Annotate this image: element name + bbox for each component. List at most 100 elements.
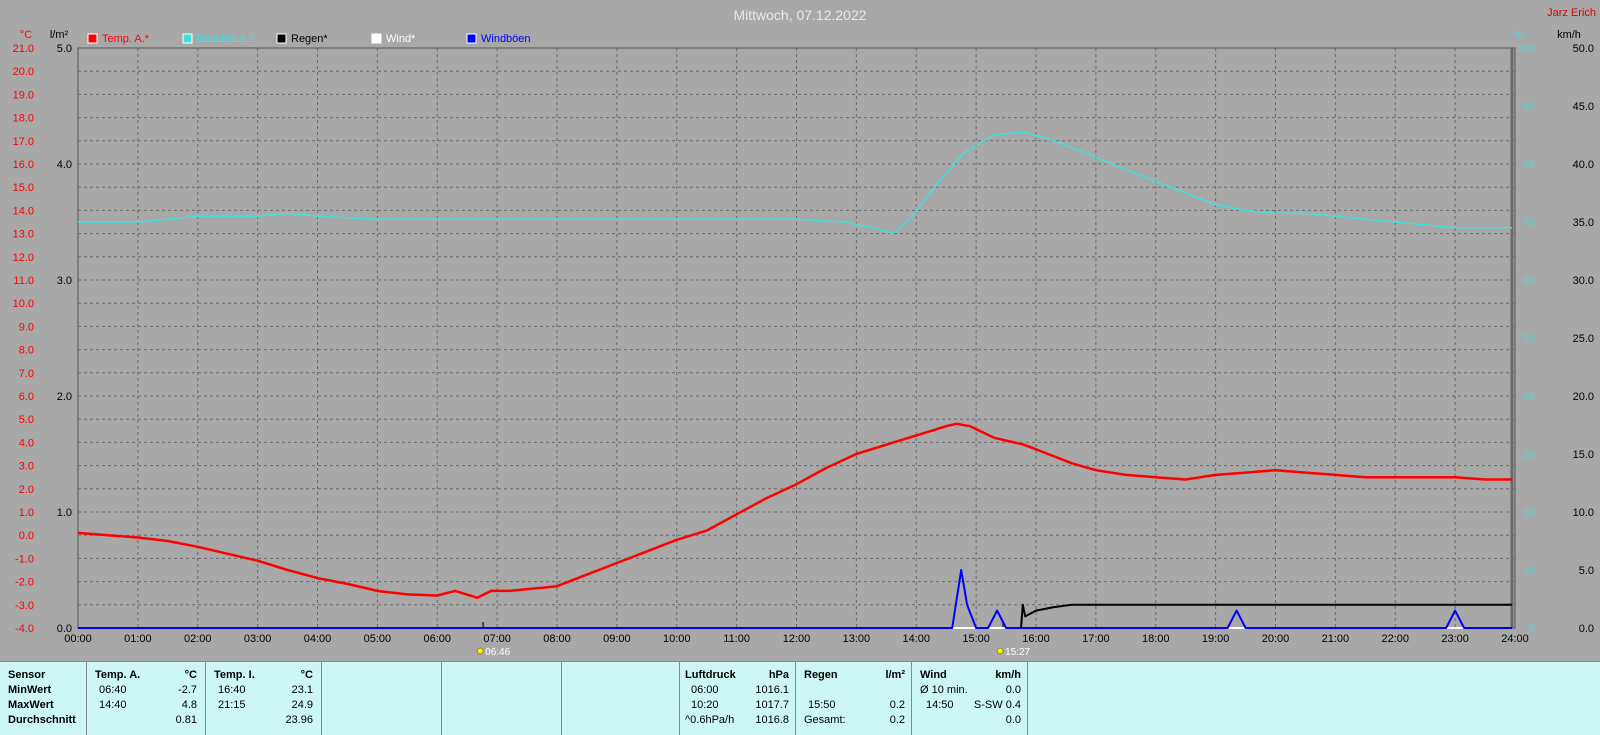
pressure-max-value: 1017.7 [755,699,789,711]
temp-tick-label: 7.0 [19,368,34,380]
author-label: Jarz Erich [1547,7,1596,19]
temp-tick-label: 18.0 [13,113,34,125]
empty-column-3 [562,662,680,735]
temp-tick-label: 5.0 [19,414,34,426]
time-tick-label: 21:00 [1322,633,1350,645]
humidity-tick-label: 20 [1523,507,1535,519]
temp-i-min-time: 16:40 [218,684,246,696]
time-tick-label: 12:00 [783,633,811,645]
rain-max-value: 0.2 [889,699,905,711]
legend-swatch-3 [371,33,382,44]
legend-label-2: Regen* [291,33,328,45]
time-tick-label: 22:00 [1381,633,1409,645]
wind-max-value: S-SW 0.4 [973,699,1021,711]
temp-i-max-time: 21:15 [218,699,246,711]
time-tick-label: 02:00 [184,633,212,645]
sensor-column: Sensor MinWert MaxWert Durchschnitt [0,662,87,735]
temp-tick-label: 2.0 [19,484,34,496]
temp-tick-label: 19.0 [13,89,34,101]
humidity-tick-label: 90 [1523,101,1535,113]
temp-i-min-value: 23.1 [291,684,313,696]
sunset-label: 15:27 [1005,647,1030,658]
wind-tick-label: 25.0 [1573,333,1594,345]
legend-label-4: Windböen [481,33,531,45]
temp-i-max-value: 24.9 [291,699,313,711]
legend-label-1: Feuchte A.* [197,33,255,45]
humidity-tick-label: 10 [1523,565,1535,577]
time-tick-label: 15:00 [962,633,990,645]
rain-axis-unit: l/m² [50,29,69,41]
min-row-label: MinWert [8,684,52,696]
wind-avg-label: Ø 10 min. [920,684,968,696]
humidity-tick-label: 70 [1523,217,1535,229]
temp-tick-label: 6.0 [19,391,34,403]
max-row-label: MaxWert [8,699,54,711]
rain-total-label: Gesamt: [804,714,846,726]
legend-label-3: Wind* [386,33,416,45]
empty-column-1 [322,662,442,735]
humidity-tick-label: 60 [1523,275,1535,287]
wind-tick-label: 30.0 [1573,275,1594,287]
temp-tick-label: 16.0 [13,159,34,171]
legend-swatch-0 [87,33,98,44]
time-tick-label: 14:00 [902,633,930,645]
temp-i-column: Temp. I. °C 16:40 23.1 21:15 24.9 23.96 [206,662,322,735]
time-tick-label: 00:00 [64,633,92,645]
rain-unit: l/m² [885,669,905,681]
pressure-current-value: 1016.8 [755,714,789,726]
chart-title: Mittwoch, 07.12.2022 [733,7,866,23]
temp-tick-label: 0.0 [19,530,34,542]
humidity-tick-label: 50 [1523,333,1535,345]
temp-tick-label: 3.0 [19,461,34,473]
wind-tick-label: 5.0 [1579,565,1594,577]
time-tick-label: 07:00 [483,633,511,645]
temp-tick-label: 15.0 [13,182,34,194]
sunrise-sun-icon [476,647,484,655]
wind-column: Wind km/h Ø 10 min. 0.0 14:50 S-SW 0.4 0… [912,662,1028,735]
temp-i-average: 23.96 [285,714,313,726]
stats-panel: Sensor MinWert MaxWert Durchschnitt Temp… [0,661,1600,735]
wind-tick-label: 45.0 [1573,101,1594,113]
rain-tick-label: 1.0 [57,507,72,519]
pressure-trend-label: ^0.6hPa/h [685,714,735,726]
time-tick-label: 24:00 [1501,633,1529,645]
temp-tick-label: 17.0 [13,136,34,148]
time-tick-label: 05:00 [364,633,392,645]
humidity-axis-unit: % [1515,29,1525,41]
temp-tick-label: 10.0 [13,298,34,310]
sensor-header: Sensor [8,669,46,681]
wind-tick-label: 15.0 [1573,449,1594,461]
humidity-tick-label: 100 [1517,43,1535,55]
pressure-column: Luftdruck hPa 06:00 1016.1 10:20 1017.7 … [680,662,796,735]
pressure-max-time: 10:20 [691,699,719,711]
rain-total-value: 0.2 [889,714,905,726]
time-tick-label: 18:00 [1142,633,1170,645]
rain-tick-label: 3.0 [57,275,72,287]
weather-chart: Mittwoch, 07.12.2022 Jarz Erich Temp. A.* F… [0,0,1600,660]
temp-tick-label: 11.0 [13,275,34,287]
temp-tick-label: -2.0 [15,577,34,589]
wind-current-value: 0.0 [1005,714,1021,726]
avg-row-label: Durchschnitt [8,714,76,726]
temp-i-unit: °C [300,669,313,681]
temp-a-max-time: 14:40 [99,699,127,711]
time-tick-label: 06:00 [423,633,451,645]
temp-tick-label: 20.0 [13,66,34,78]
empty-column-4 [1028,662,1599,735]
temp-i-header: Temp. I. [214,669,255,681]
temp-a-header: Temp. A. [95,669,141,681]
wind-header: Wind [920,669,947,681]
time-tick-label: 13:00 [843,633,871,645]
wind-axis-unit: km/h [1557,29,1581,41]
rain-tick-label: 2.0 [57,391,72,403]
time-tick-label: 20:00 [1262,633,1290,645]
sunrise-label: 06:46 [485,647,510,658]
temp-a-min-value: -2.7 [178,684,197,696]
time-tick-label: 01:00 [124,633,152,645]
time-tick-label: 09:00 [603,633,631,645]
temp-tick-label: 12.0 [13,252,34,264]
humidity-tick-label: 0 [1529,623,1535,635]
time-tick-label: 23:00 [1441,633,1469,645]
time-tick-label: 11:00 [723,633,750,645]
temp-a-column: Temp. A. °C 06:40 -2.7 14:40 4.8 0.81 [87,662,206,735]
